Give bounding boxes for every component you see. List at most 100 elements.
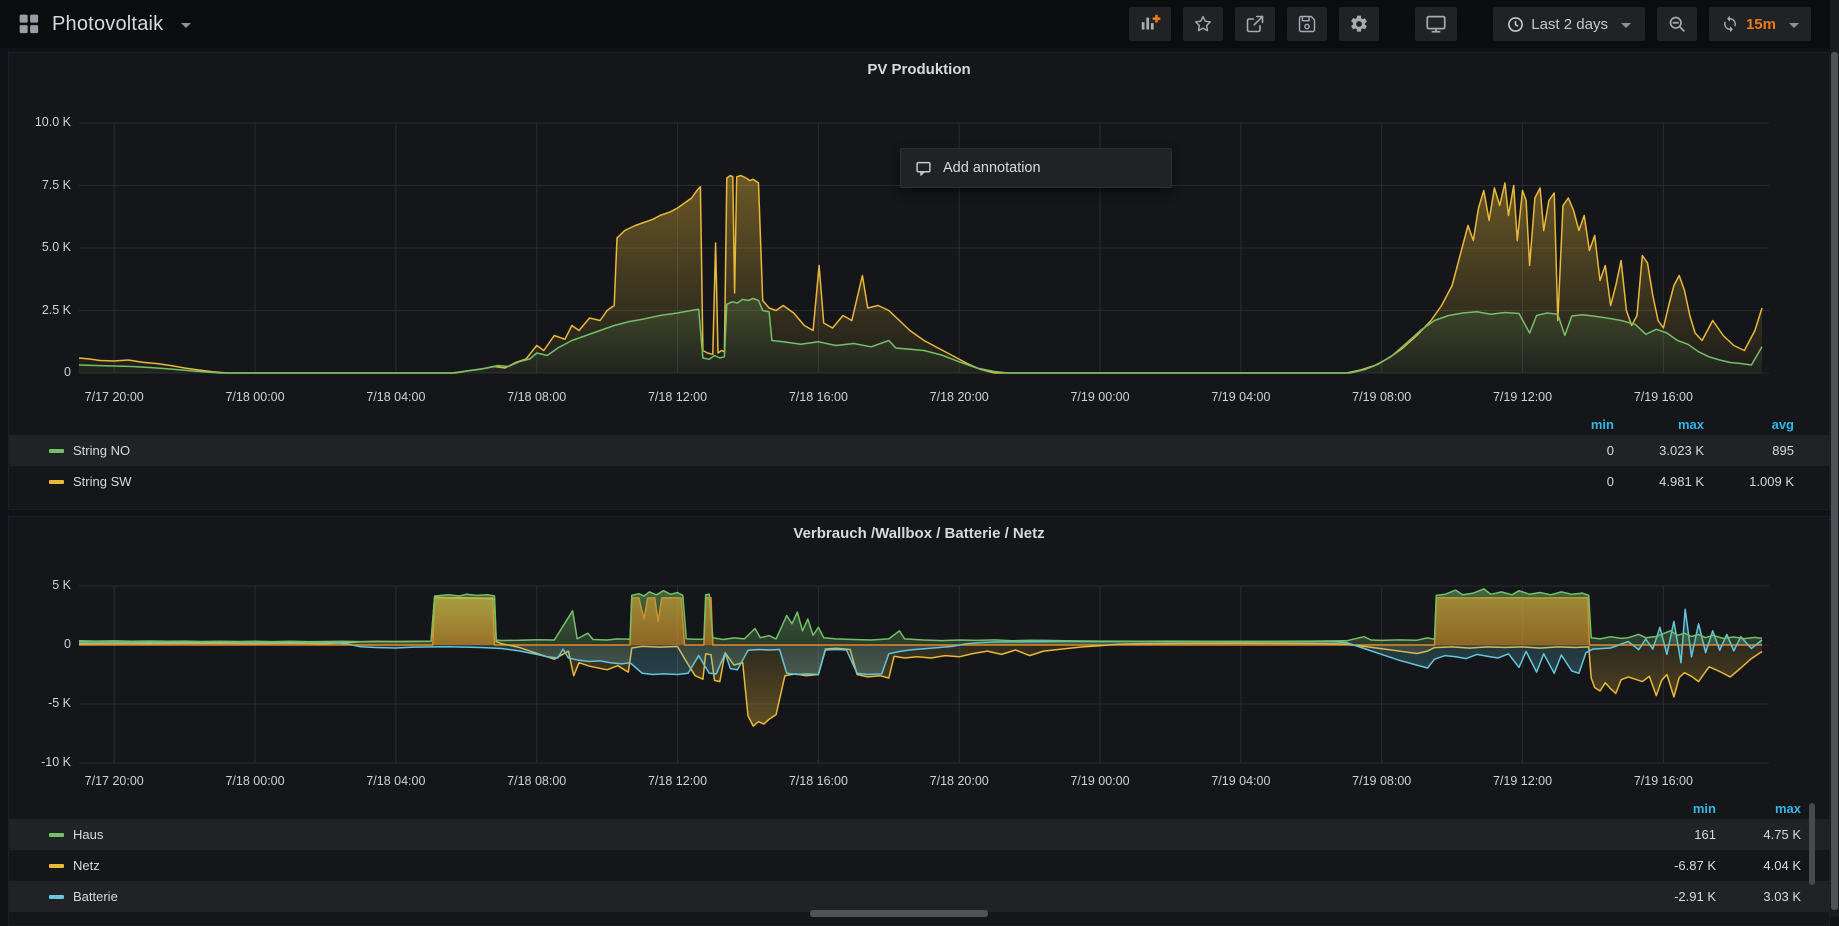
legend-swatch[interactable] [49,833,64,837]
legend-row-string-sw[interactable]: String SW04.981 K1.009 K [9,466,1831,497]
page-scrollbar-track[interactable] [1830,0,1839,917]
dashboard-breadcrumb[interactable]: Photovoltaik [18,13,191,36]
add-annotation-menu-item[interactable]: Add annotation [900,148,1172,188]
x-tick-label: 7/19 08:00 [1327,390,1437,404]
clock-icon [1507,16,1524,33]
page-scrollbar-thumb[interactable] [1831,52,1838,910]
y-tick-label: 10.0 K [9,115,71,129]
panel-title[interactable]: Verbrauch /Wallbox / Batterie / Netz [9,525,1829,542]
legend-stat-value: 4.04 K [1716,858,1801,873]
x-tick-label: 7/18 20:00 [904,774,1014,788]
y-tick-label: -10 K [9,755,71,769]
time-range-label: Last 2 days [1531,16,1608,33]
timeseries-plot[interactable] [9,557,1831,769]
chart-area [9,93,1831,390]
legend-stat-header-avg[interactable]: avg [1704,417,1794,432]
y-tick-label: 5 K [9,578,71,592]
x-tick-label: 7/17 20:00 [59,390,169,404]
legend-stat-value: -2.91 K [1631,889,1716,904]
x-tick-label: 7/19 00:00 [1045,774,1155,788]
legend-label[interactable]: Batterie [73,889,1631,904]
legend-stat-value: 895 [1704,443,1794,458]
chart-area [9,557,1831,774]
x-tick-label: 7/18 08:00 [482,774,592,788]
panel-title[interactable]: PV Produktion [9,61,1829,78]
panel-verbrauch: Verbrauch /Wallbox / Batterie / Netz 5 K… [8,516,1830,926]
legend-swatch[interactable] [49,449,64,453]
legend-stat-value: -6.87 K [1631,858,1716,873]
panel-pv-produktion: PV Produktion 10.0 K 7.5 K 5.0 K 2.5 K 0 7/1… [8,52,1830,510]
x-tick-label: 7/18 20:00 [904,390,1014,404]
x-tick-label: 7/19 00:00 [1045,390,1155,404]
legend-stat-value: 4.75 K [1716,827,1801,842]
legend-row-netz[interactable]: Netz-6.87 K4.04 K [9,850,1831,881]
legend-stat-value: 3.03 K [1716,889,1801,904]
legend-scrollbar[interactable] [1809,803,1815,885]
y-tick-label: 5.0 K [9,240,71,254]
y-tick-label: -5 K [9,696,71,710]
x-tick-label: 7/19 16:00 [1608,390,1718,404]
x-tick-label: 7/18 12:00 [623,390,733,404]
chevron-down-icon [1621,23,1631,28]
x-tick-label: 7/19 16:00 [1608,774,1718,788]
dashboard-title[interactable]: Photovoltaik [52,13,163,36]
legend-row-haus[interactable]: Haus1614.75 K [9,819,1831,850]
legend-stat-value: 4.981 K [1614,474,1704,489]
chevron-down-icon [1789,23,1799,28]
legend-label[interactable]: Netz [73,858,1631,873]
x-tick-label: 7/18 16:00 [763,774,873,788]
x-tick-label: 7/19 12:00 [1468,390,1578,404]
legend-stat-value: 0 [1524,474,1614,489]
time-range-picker[interactable]: Last 2 days [1493,7,1645,41]
star-dashboard-button[interactable] [1183,7,1223,41]
timeseries-plot[interactable] [9,93,1831,385]
y-tick-label: 2.5 K [9,303,71,317]
legend-stat-value: 161 [1631,827,1716,842]
top-navbar: Photovoltaik [0,0,1839,48]
save-dashboard-button[interactable] [1287,7,1327,41]
legend-row-batterie[interactable]: Batterie-2.91 K3.03 K [9,881,1831,912]
refresh-interval-label[interactable]: 15m [1746,16,1776,33]
legend-stat-header-max[interactable]: max [1716,801,1801,816]
legend-stat-header-max[interactable]: max [1614,417,1704,432]
x-tick-label: 7/18 00:00 [200,390,310,404]
x-tick-label: 7/18 16:00 [763,390,873,404]
refresh-icon[interactable] [1721,15,1739,33]
x-tick-label: 7/19 08:00 [1327,774,1437,788]
legend-stat-value: 1.009 K [1704,474,1794,489]
legend: minmaxHaus1614.75 KNetz-6.87 K4.04 KBatt… [9,797,1831,912]
x-tick-label: 7/19 12:00 [1468,774,1578,788]
legend-stat-header-min[interactable]: min [1631,801,1716,816]
legend-swatch[interactable] [49,480,64,484]
x-tick-label: 7/18 12:00 [623,774,733,788]
legend-header: minmaxavg [9,413,1831,435]
legend-label[interactable]: String NO [73,443,1524,458]
x-tick-label: 7/19 04:00 [1186,774,1296,788]
share-dashboard-button[interactable] [1235,7,1275,41]
legend-stat-header-min[interactable]: min [1524,417,1614,432]
y-tick-label: 0 [9,365,71,379]
legend-header: minmax [9,797,1831,819]
comment-bubble-icon [915,160,932,177]
zoom-out-button[interactable] [1657,7,1697,41]
x-tick-label: 7/18 04:00 [341,774,451,788]
horizontal-scrollbar-thumb[interactable] [810,910,988,917]
x-tick-label: 7/18 08:00 [482,390,592,404]
add-panel-button[interactable] [1129,7,1171,41]
legend-row-string-no[interactable]: String NO03.023 K895 [9,435,1831,466]
chevron-down-icon [181,23,191,28]
add-annotation-label: Add annotation [943,160,1041,176]
legend-swatch[interactable] [49,864,64,868]
cycle-view-monitor-button[interactable] [1415,7,1457,41]
legend: minmaxavgString NO03.023 K895String SW04… [9,413,1831,497]
legend-label[interactable]: Haus [73,827,1631,842]
x-tick-label: 7/19 04:00 [1186,390,1296,404]
legend-stat-value: 0 [1524,443,1614,458]
y-tick-label: 0 [9,637,71,651]
dashboards-grid-icon[interactable] [18,13,40,35]
refresh-picker[interactable]: 15m [1709,7,1811,41]
y-tick-label: 7.5 K [9,178,71,192]
legend-label[interactable]: String SW [73,474,1524,489]
settings-gear-button[interactable] [1339,7,1379,41]
legend-swatch[interactable] [49,895,64,899]
